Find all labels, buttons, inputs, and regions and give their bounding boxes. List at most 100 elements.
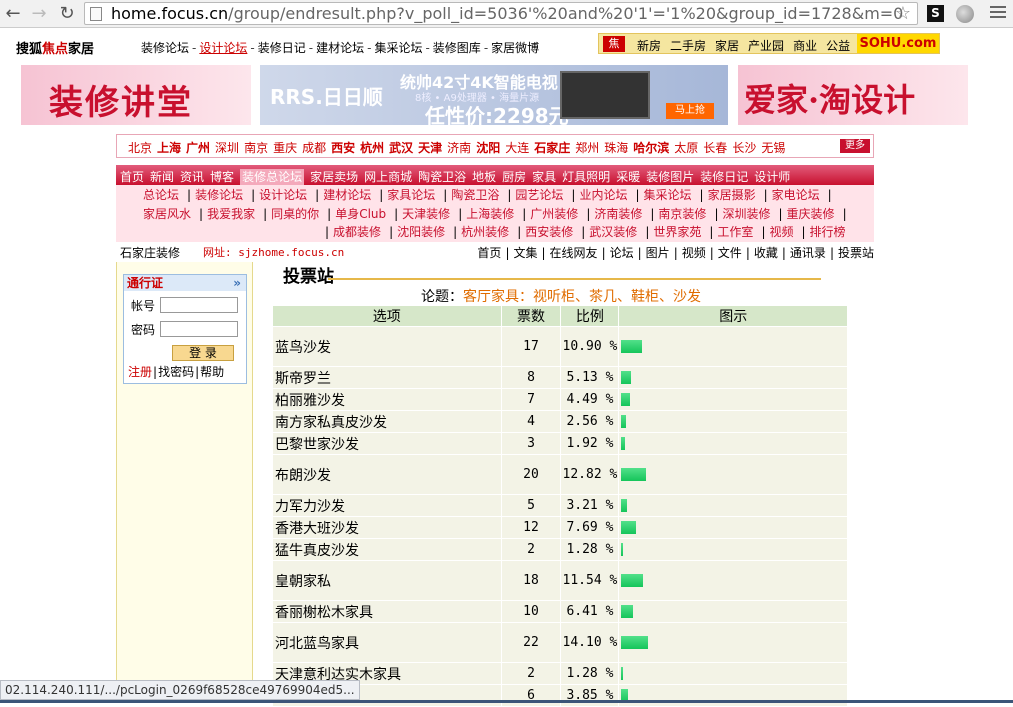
main-nav-item[interactable]: 采暖 [616,170,640,184]
sohu-link[interactable]: 产业园 [748,39,784,53]
forum-link[interactable]: 重庆装修 [787,207,835,221]
forum-link[interactable]: 武汉装修 [589,225,637,239]
bookmark-star-icon[interactable]: ☆ [895,3,911,25]
city-link[interactable]: 天津 [418,141,442,155]
main-nav-item[interactable]: 网上商城 [364,170,412,184]
city-link[interactable]: 西安 [331,141,355,155]
forum-link[interactable]: 我爱我家 [207,207,255,221]
forum-link[interactable]: 成都装修 [333,225,381,239]
city-link[interactable]: 大连 [505,141,529,155]
sohu-link[interactable]: 二手房 [670,39,706,53]
address-bar[interactable]: home.focus.cn/group/endresult.php?v_poll… [84,2,918,25]
site-logo[interactable]: 搜狐焦点家居 [16,38,94,57]
forward-arrow-icon[interactable]: → [28,3,50,25]
city-link[interactable]: 上海 [157,141,181,155]
city-link[interactable]: 武汉 [389,141,413,155]
forum-link[interactable]: 家居摄影 [708,188,756,202]
forum-link[interactable]: 世界家苑 [653,225,701,239]
main-nav-item[interactable]: 装修总论坛 [240,169,305,185]
top-link[interactable]: 集采论坛 [374,41,422,55]
site-name[interactable]: 石家庄装修 [120,244,180,261]
forum-link[interactable]: 建材论坛 [323,188,371,202]
main-nav-item[interactable]: 灯具照明 [562,170,610,184]
forum-link[interactable]: 家居风水 [143,207,191,221]
main-nav-item[interactable]: 地板 [472,170,496,184]
site-link[interactable]: 图片 [646,246,670,260]
city-link[interactable]: 深圳 [215,141,239,155]
register-link[interactable]: 注册 [128,365,152,379]
site-link[interactable]: 文集 [513,246,537,260]
forum-link[interactable]: 工作室 [717,225,753,239]
username-input[interactable] [160,297,238,313]
banner-lecture[interactable]: 装修讲堂 [21,65,251,125]
forum-link[interactable]: 视频 [769,225,793,239]
forum-link[interactable]: 同桌的你 [271,207,319,221]
back-arrow-icon[interactable]: ← [2,3,24,25]
main-nav-item[interactable]: 新闻 [150,170,174,184]
forum-link[interactable]: 总论坛 [143,188,179,202]
site-link[interactable]: 投票站 [838,246,874,260]
top-link[interactable]: 装修论坛 [141,41,189,55]
main-nav-item[interactable]: 首页 [120,170,144,184]
forum-link[interactable]: 西安装修 [525,225,573,239]
forum-link[interactable]: 沈阳装修 [397,225,445,239]
site-link[interactable]: 论坛 [610,246,634,260]
city-link[interactable]: 郑州 [575,141,599,155]
forum-link[interactable]: 园艺论坛 [515,188,563,202]
top-link[interactable]: 建材论坛 [316,41,364,55]
forum-link[interactable]: 天津装修 [402,207,450,221]
forum-link[interactable]: 陶瓷卫浴 [451,188,499,202]
city-link[interactable]: 广州 [186,141,210,155]
city-link[interactable]: 北京 [128,141,152,155]
forum-link[interactable]: 排行榜 [810,225,846,239]
banner-design[interactable]: 爱家·淘设计 [738,65,968,125]
forum-link[interactable]: 济南装修 [594,207,642,221]
banner-tv-ad[interactable]: RRS.日日顺 统帅42寸4K智能电视 8核 • A9处理器 • 海量片源 任性… [260,65,728,128]
city-link[interactable]: 长春 [703,141,727,155]
main-nav-item[interactable]: 装修日记 [700,170,748,184]
city-link[interactable]: 太原 [674,141,698,155]
site-link[interactable]: 视频 [682,246,706,260]
forum-link[interactable]: 上海装修 [466,207,514,221]
url-text[interactable]: home.focus.cn/group/endresult.php?v_poll… [111,4,903,24]
top-link[interactable]: 装修日记 [258,41,306,55]
forum-link[interactable]: 广州装修 [530,207,578,221]
city-link[interactable]: 沈阳 [476,141,500,155]
menu-icon[interactable] [990,6,1006,20]
site-link[interactable]: 首页 [477,246,501,260]
site-link[interactable]: 通讯录 [790,246,826,260]
site-link[interactable]: 收藏 [754,246,778,260]
forum-link[interactable]: 单身Club [335,207,386,221]
top-link[interactable]: 装修图库 [433,41,481,55]
forum-link[interactable]: 家具论坛 [387,188,435,202]
site-link[interactable]: 文件 [718,246,742,260]
sohu-logo[interactable]: SOHU.com [857,34,939,53]
city-link[interactable]: 济南 [447,141,471,155]
sohu-link[interactable]: 新房 [637,39,661,53]
forum-link[interactable]: 南京装修 [658,207,706,221]
top-link[interactable]: 家居微博 [491,41,539,55]
city-link[interactable]: 石家庄 [534,141,570,155]
help-link[interactable]: 帮助 [200,365,224,379]
main-nav-item[interactable]: 装修图片 [646,170,694,184]
main-nav-item[interactable]: 设计师 [754,170,790,184]
city-link[interactable]: 哈尔滨 [633,141,669,155]
forum-link[interactable]: 杭州装修 [461,225,509,239]
sohu-link[interactable]: 公益 [826,39,850,53]
forum-link[interactable]: 装修论坛 [195,188,243,202]
main-nav-item[interactable]: 陶瓷卫浴 [418,170,466,184]
login-button[interactable]: 登 录 [172,345,234,361]
city-link[interactable]: 成都 [302,141,326,155]
sohu-link[interactable]: 商业 [793,39,817,53]
main-nav-item[interactable]: 家居卖场 [310,170,358,184]
reload-icon[interactable]: ↻ [56,3,78,25]
more-cities-button[interactable]: 更多 [840,139,870,153]
password-input[interactable] [160,321,238,337]
city-link[interactable]: 重庆 [273,141,297,155]
forum-link[interactable]: 设计论坛 [259,188,307,202]
city-link[interactable]: 杭州 [360,141,384,155]
city-link[interactable]: 珠海 [604,141,628,155]
city-link[interactable]: 南京 [244,141,268,155]
main-nav-item[interactable]: 资讯 [180,170,204,184]
ad-buy-button[interactable]: 马上抢 [666,103,714,119]
